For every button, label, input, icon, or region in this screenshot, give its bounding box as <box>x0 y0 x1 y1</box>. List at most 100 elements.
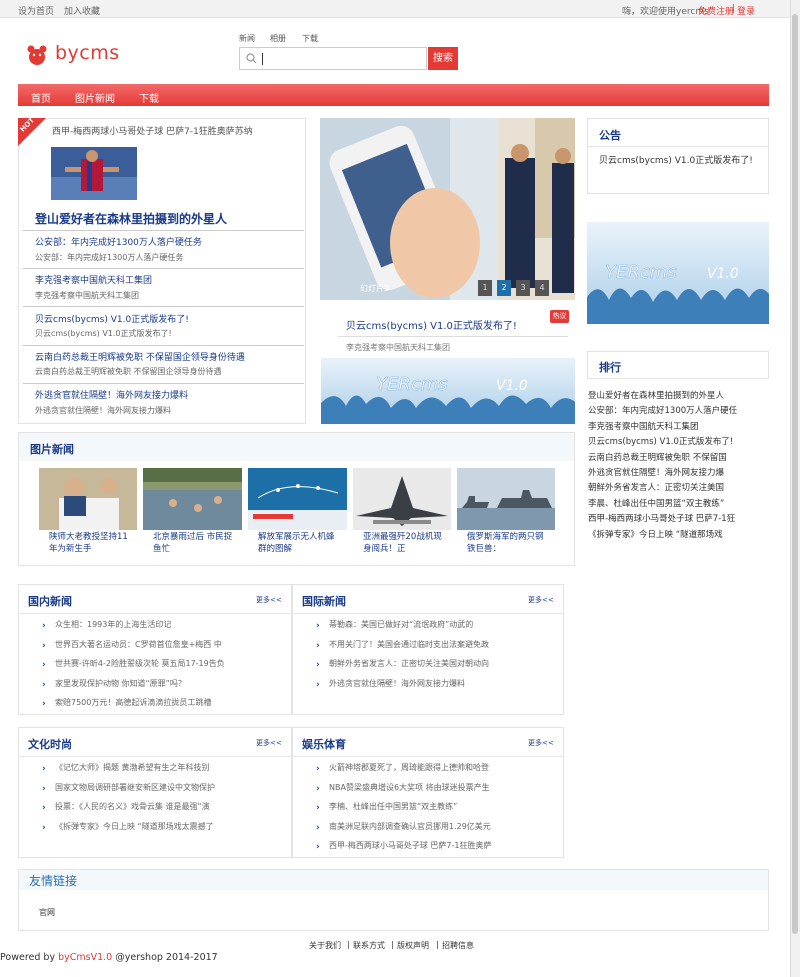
nav-item-photo-news[interactable]: 图片新闻 <box>75 90 115 105</box>
domestic-list-item[interactable]: 家里发现保护动物 你知道“原罪”吗？ <box>55 678 287 689</box>
international-more-link[interactable]: 更多<< <box>528 595 554 605</box>
hot-item-3-title[interactable]: 贝云cms(bycms) V1.0正式版发布了! <box>35 312 189 325</box>
site-logo-text[interactable]: bycms <box>55 42 120 64</box>
footer-sep: | <box>436 940 439 949</box>
ranking-item[interactable]: 外逃贪官就住隔壁！海外网友接力爆 <box>588 466 768 478</box>
ranking-item[interactable]: 李晨、杜峰出任中国男篮“双主教练” <box>588 497 768 509</box>
footer-contact[interactable]: 联系方式 <box>353 940 385 951</box>
sports-list-item[interactable]: 南美洲足联内部调查确认官员挪用1.29亿美元 <box>329 821 559 832</box>
photo-caption-5[interactable]: 俄罗斯海军的两只钢铁巨兽： <box>467 531 549 555</box>
photo-professor[interactable] <box>39 468 137 530</box>
slide-page-4[interactable]: 4 <box>535 280 549 296</box>
hot-item-4-title[interactable]: 云南白药总裁王明辉被免职 不保留国企领导身份待遇 <box>35 350 245 363</box>
ranking-item[interactable]: 西甲-梅西两球小马哥处子球 巴萨7-1狂 <box>588 512 768 524</box>
ranking-item[interactable]: 登山爱好者在森林里拍摄到的外星人 <box>588 389 768 401</box>
search-tab-download[interactable]: 下载 <box>302 33 318 44</box>
domestic-list-item[interactable]: 世共赛-许昕4-2险胜誓级次轮 莫五局17-19告负 <box>55 658 287 669</box>
chevron-right-icon: › <box>316 660 320 670</box>
search-input[interactable] <box>239 47 427 70</box>
photo-caption-2[interactable]: 北京暴雨过后 市民捉鱼忙 <box>153 531 235 555</box>
culture-more-link[interactable]: 更多<< <box>256 738 282 748</box>
ranking-item[interactable]: 公安部：年内完成好1300万人落户硬任 <box>588 404 768 416</box>
domestic-more-link[interactable]: 更多<< <box>256 595 282 605</box>
scrollbar-thumb[interactable] <box>792 14 798 934</box>
notice-text[interactable]: 贝云cms(bycms) V1.0正式版发布了! <box>599 153 753 166</box>
nav-item-download[interactable]: 下载 <box>139 90 159 105</box>
nav-item-home[interactable]: 首页 <box>31 90 51 105</box>
hot-item-5-title[interactable]: 外逃贪官就住隔壁！海外网友接力爆料 <box>35 388 188 401</box>
culture-title: 文化时尚 <box>28 738 72 751</box>
search-tab-album[interactable]: 相册 <box>270 33 286 44</box>
divider <box>293 613 563 614</box>
international-list-item[interactable]: 蒂勒森：美国已做好对“流氓政府”动武的 <box>329 619 559 630</box>
culture-list-item[interactable]: 《拆弹专家》今日上映 “隧道那场戏太震撼了 <box>55 821 287 832</box>
slider-news-subtitle[interactable]: 李克强考察中国航天科工集团 <box>346 342 450 353</box>
chevron-right-icon: › <box>42 822 46 833</box>
photo-caption-3[interactable]: 解放军展示无人机蜂群的图解 <box>258 531 340 555</box>
ranking-item[interactable]: 云南白药总裁王明辉被免职 不保留国 <box>588 451 768 463</box>
slide-page-1[interactable]: 1 <box>478 280 492 296</box>
sports-list-item[interactable]: 火箭神塔郡夏死了，周琦能跟得上德帅和哈登 <box>329 762 559 773</box>
international-list-item[interactable]: 外逃贪官就住隔壁！海外网友接力爆料 <box>329 678 559 689</box>
slide-page-2[interactable]: 2 <box>497 280 511 296</box>
international-list-item[interactable]: 不用关门了！美国会通过临时支出法案避免政 <box>329 639 559 650</box>
main-nav: 首页 图片新闻 下载 <box>18 84 769 106</box>
photo-drone-swarm[interactable] <box>248 468 347 530</box>
domestic-list-item[interactable]: 索赔7500万元！高德起诉滴滴拉拢员工跳槽 <box>55 697 287 708</box>
footer-copyright[interactable]: 版权声明 <box>397 940 429 951</box>
footer-about[interactable]: 关于我们 <box>309 940 341 951</box>
international-title: 国际新闻 <box>302 595 346 608</box>
culture-list-item[interactable]: 国家文物局调研部署继安新区建设中文物保护 <box>55 782 287 793</box>
sports-list-item[interactable]: NBA赞梁盛典增设6大奖项 将由球迷投票产生 <box>329 782 559 793</box>
slider-news-title[interactable]: 贝云cms(bycms) V1.0正式版发布了! <box>346 317 517 332</box>
hot-headline[interactable]: 登山爱好者在森林里拍摄到的外星人 <box>35 210 227 227</box>
svg-text:V1.0: V1.0 <box>496 378 528 394</box>
divider <box>19 613 291 614</box>
photo-flood-fishing[interactable] <box>143 468 242 530</box>
sports-more-link[interactable]: 更多<< <box>528 738 554 748</box>
chevron-right-icon: › <box>316 783 320 794</box>
login-link[interactable]: 登录 <box>737 4 755 17</box>
ranking-item[interactable]: 贝云cms(bycms) V1.0正式版发布了! <box>588 435 768 447</box>
domestic-list-item[interactable]: 世界百大著名运动员：C罗荷首位詹皇+梅西 中 <box>55 639 287 650</box>
divider <box>293 756 563 757</box>
culture-list-item[interactable]: 投票：《人民的名义》戏骨云集 谁是最强“演 <box>55 801 287 812</box>
sports-title: 娱乐体育 <box>302 738 346 751</box>
international-list-item[interactable]: 朝鲜外务省发言人：正密切关注美国对朝动向 <box>329 658 559 669</box>
chevron-right-icon: › <box>316 842 320 852</box>
powered-by: Powered by byCmsV1.0 @yershop 2014-2017 <box>0 952 218 963</box>
search-tab-news[interactable]: 新闻 <box>239 33 255 44</box>
hot-item-1-summary: 公安部：年内完成好1300万人落户硬任务 <box>35 253 184 262</box>
slideshow-image[interactable] <box>320 118 575 300</box>
add-favorite-link[interactable]: 加入收藏 <box>64 4 100 17</box>
powered-brand[interactable]: byCmsV1.0 <box>58 952 112 963</box>
sports-list-item[interactable]: 李楠、杜峰出任中国男篮“双主教练” <box>329 801 559 812</box>
domestic-list-item[interactable]: 众生相：1993年的上海生活印记 <box>55 619 287 630</box>
slide-page-3[interactable]: 3 <box>516 280 530 296</box>
photo-caption-1[interactable]: 陕师大老教授坚持11年为新生手 <box>49 531 131 555</box>
yercms-banner[interactable]: YERcms V1.0 <box>321 358 575 424</box>
divider <box>23 306 304 307</box>
register-link[interactable]: 免费注册 <box>698 4 734 17</box>
hot-top-line[interactable]: 西甲-梅西两球小马哥处子球 巴萨7-1狂胜奥萨苏纳 <box>52 124 253 137</box>
photo-caption-4[interactable]: 亚洲最强歼20战机现身阅兵！正 <box>363 531 445 555</box>
photo-j20-fighter[interactable] <box>353 468 451 530</box>
ranking-item[interactable]: 李克强考察中国航天科工集团 <box>588 420 768 432</box>
top-bar: 设为首页 加入收藏 嗨，欢迎使用yercms 免费注册 | 登录 <box>0 0 790 18</box>
search-button[interactable]: 搜索 <box>428 47 458 70</box>
set-home-link[interactable]: 设为首页 <box>18 4 54 17</box>
photo-warships[interactable] <box>457 468 555 530</box>
ranking-item[interactable]: 朝鲜外务省发言人：正密切关注美国 <box>588 481 768 493</box>
ranking-item[interactable]: 《拆弹专家》今日上映 “隧道那场戏 <box>588 528 768 540</box>
sports-list-item[interactable]: 西甲-梅西两球小马哥处子球 巴萨7-1狂胜奥萨 <box>329 840 559 851</box>
search-icon <box>246 53 257 64</box>
bear-logo-icon[interactable] <box>26 44 48 66</box>
yercms-side-banner[interactable]: YERcms V1.0 <box>587 222 769 324</box>
hot-item-1-title[interactable]: 公安部：年内完成好1300万人落户硬任务 <box>35 235 202 248</box>
culture-list-item[interactable]: 《记忆大师》揭题 黄渤希望有生之年科技别 <box>55 762 287 773</box>
divider <box>23 383 304 384</box>
hot-item-2-title[interactable]: 李克强考察中国航天科工集团 <box>35 273 152 286</box>
footer-jobs[interactable]: 招聘信息 <box>442 940 474 951</box>
friend-link-official[interactable]: 官网 <box>39 907 55 918</box>
soccer-player-photo[interactable] <box>51 147 137 200</box>
